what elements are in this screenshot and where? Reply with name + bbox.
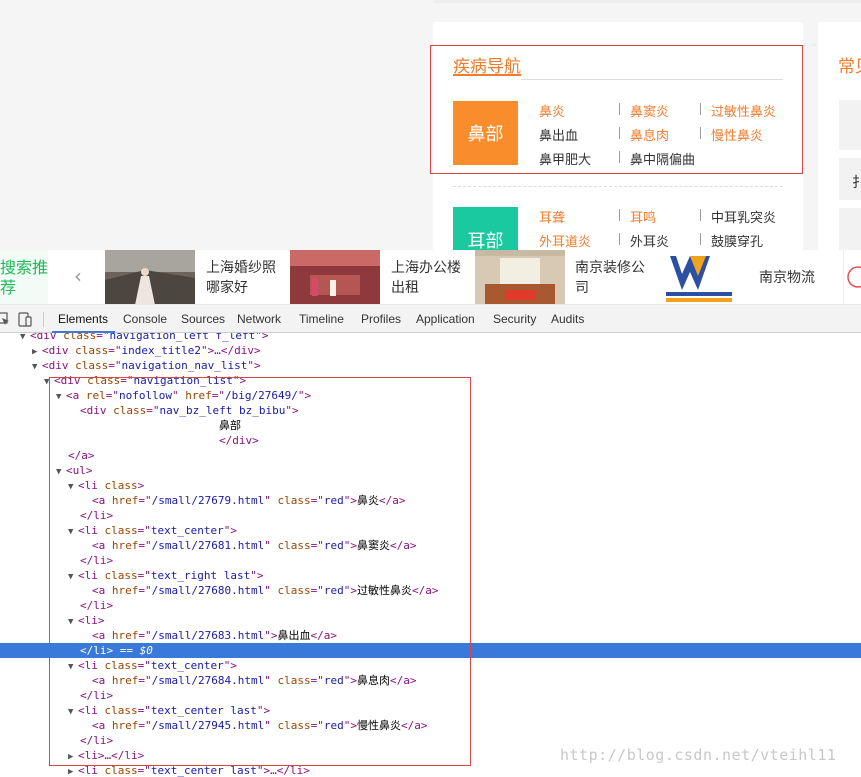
dom-node[interactable]: </div> <box>0 433 861 448</box>
link-separator <box>619 151 620 163</box>
category-divider <box>453 186 783 187</box>
dom-node[interactable]: ▼ <li class="text_center"> <box>0 658 861 673</box>
ad-banner: 搜索推荐 ‹ 上海婚纱照哪家好 上海办公楼出租 南京装修公司 南京物流 <box>0 250 861 305</box>
top-strip <box>433 0 861 3</box>
dom-node[interactable]: </li> <box>0 508 861 523</box>
ad-thumb-logistics-logo[interactable] <box>660 250 740 305</box>
devtools-toolbar: Elements Console Sources Network Timelin… <box>0 306 861 333</box>
title-rule <box>521 79 783 80</box>
dom-node[interactable]: </li> <box>0 598 861 613</box>
ad-text[interactable]: 南京装修公司 <box>575 258 645 298</box>
disease-link[interactable]: 耳鸣 <box>630 207 656 226</box>
disease-link[interactable]: 鼓膜穿孔 <box>711 231 763 250</box>
ad-text[interactable]: 南京物流 <box>759 268 829 288</box>
inspect-element-icon[interactable] <box>0 312 10 326</box>
link-separator <box>700 233 701 245</box>
dom-node[interactable]: ▼ <div class="navigation_nav_list"> <box>0 358 861 373</box>
dom-node[interactable]: ▼ <li> <box>0 613 861 628</box>
ad-thumb-wedding[interactable] <box>105 250 195 305</box>
dom-node[interactable]: ▼ <li class="text_center"> <box>0 523 861 538</box>
disease-link[interactable]: 鼻炎 <box>539 101 565 120</box>
disease-link[interactable]: 慢性鼻炎 <box>711 125 763 144</box>
dom-node[interactable]: ▼ <li class="text_center last"> <box>0 703 861 718</box>
tab-elements[interactable]: Elements <box>58 312 108 326</box>
tab-security[interactable]: Security <box>493 312 536 326</box>
common-item-box[interactable] <box>839 100 861 150</box>
dom-node[interactable]: </a> <box>0 448 861 463</box>
dom-node[interactable]: ▶ <li class="text_center last">…</li> <box>0 763 861 777</box>
common-item-box[interactable] <box>839 208 861 250</box>
disease-link[interactable]: 鼻中隔偏曲 <box>630 149 695 168</box>
disease-link[interactable]: 鼻窦炎 <box>630 101 669 120</box>
title-underline <box>453 74 521 76</box>
dom-node-selected[interactable]: </li> == $0 <box>0 643 861 658</box>
disease-link[interactable]: 鼻甲肥大 <box>539 149 591 168</box>
link-separator <box>619 103 620 115</box>
disease-link[interactable]: 耳聋 <box>539 207 565 226</box>
dom-node[interactable]: ▼ <li class="text_right last"> <box>0 568 861 583</box>
dom-node[interactable]: <a href="/small/27680.html" class="red">… <box>0 583 861 598</box>
ad-thumb-office[interactable] <box>290 250 380 305</box>
webpage-viewport: 疾病导航 常见 扌 鼻部 鼻炎 鼻窦炎 过敏性鼻炎 鼻出血 鼻息肉 慢性鼻炎 鼻… <box>0 0 861 250</box>
disease-link[interactable]: 外耳炎 <box>630 231 669 250</box>
dom-node[interactable]: <a href="/small/27683.html">鼻出血</a> <box>0 628 861 643</box>
dom-node[interactable]: <div class="nav_bz_left bz_bibu"> <box>0 403 861 418</box>
dom-node[interactable]: ▼ <div class="navigation_left f_left"> <box>0 333 861 343</box>
collapsed-triangle-icon: ▶ <box>68 767 74 777</box>
dom-node[interactable]: </li> <box>0 688 861 703</box>
tab-sources[interactable]: Sources <box>181 312 225 326</box>
dom-node[interactable]: ▶ <div class="index_title2">…</div> <box>0 343 861 358</box>
dom-node[interactable]: <a href="/small/27681.html" class="red">… <box>0 538 861 553</box>
category-nose-block[interactable]: 鼻部 <box>453 101 518 165</box>
ad-text[interactable]: 上海办公楼出租 <box>391 258 461 298</box>
common-item-glyph: 扌 <box>852 175 861 191</box>
disease-link[interactable]: 中耳乳突炎 <box>711 207 776 226</box>
dom-node[interactable]: ▼ <div class="navigation_list"> <box>0 373 861 388</box>
link-separator <box>700 103 701 115</box>
dom-tree: ▼ <div class="navigation_left f_left"> ▶ <… <box>0 333 861 777</box>
watermark: http://blog.csdn.net/vteihl11 <box>560 746 837 764</box>
tab-timeline[interactable]: Timeline <box>299 312 344 326</box>
chevron-left-icon[interactable]: ‹ <box>74 264 82 288</box>
dom-node[interactable]: <a href="/small/27945.html" class="red">… <box>0 718 861 733</box>
devtools-panel: Elements Console Sources Network Timelin… <box>0 306 861 777</box>
disease-link[interactable]: 鼻息肉 <box>630 125 669 144</box>
category-ear-block[interactable]: 耳部 <box>453 207 518 250</box>
search-recommend-label[interactable]: 搜索推荐 <box>0 250 48 304</box>
link-separator <box>619 127 620 139</box>
ad-text[interactable]: 上海婚纱照哪家好 <box>206 258 276 298</box>
tab-application[interactable]: Application <box>416 312 475 326</box>
link-separator <box>619 233 620 245</box>
link-separator <box>700 127 701 139</box>
tab-profiles[interactable]: Profiles <box>361 312 401 326</box>
dom-node[interactable]: <a href="/small/27679.html" class="red">… <box>0 493 861 508</box>
tab-audits[interactable]: Audits <box>551 312 584 326</box>
disease-link[interactable]: 过敏性鼻炎 <box>711 101 776 120</box>
tab-network[interactable]: Network <box>237 312 281 326</box>
tab-console[interactable]: Console <box>123 312 167 326</box>
disease-link[interactable]: 外耳道炎 <box>539 231 591 250</box>
device-toolbar-icon[interactable] <box>17 312 33 328</box>
dom-node[interactable]: ▼ <ul> <box>0 463 861 478</box>
dom-node[interactable]: </li> <box>0 553 861 568</box>
link-separator <box>700 209 701 221</box>
dom-node[interactable]: ▼ <a rel="nofollow" href="/big/27649/"> <box>0 388 861 403</box>
link-separator <box>619 209 620 221</box>
ad-thumb-decor[interactable] <box>475 250 565 305</box>
toolbar-separator <box>43 312 44 327</box>
dom-node[interactable]: ▼ <li class> <box>0 478 861 493</box>
dom-node[interactable]: <a href="/small/27684.html" class="red">… <box>0 673 861 688</box>
dom-text-node[interactable]: 鼻部 <box>0 418 861 433</box>
common-card-title: 常见 <box>838 57 861 77</box>
disease-link[interactable]: 鼻出血 <box>539 125 578 144</box>
ad-next-edge[interactable] <box>843 250 861 304</box>
